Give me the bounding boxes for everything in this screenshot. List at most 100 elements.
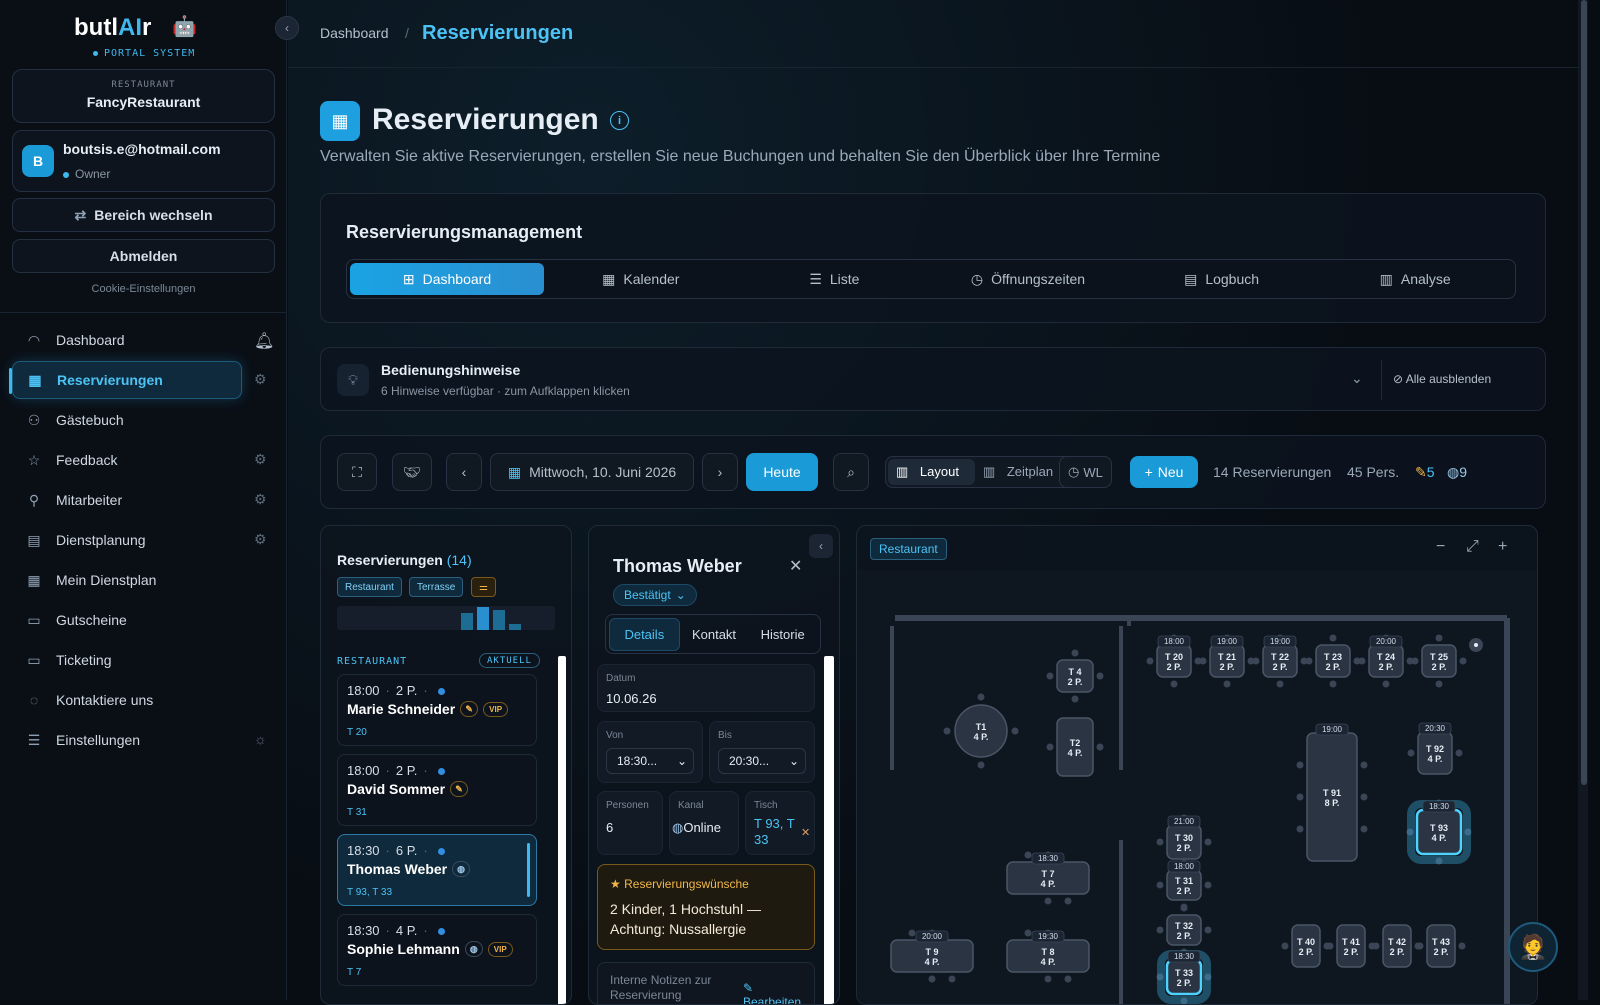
table-seats: 4 P. <box>1041 957 1056 967</box>
schedule-settings-gear-icon[interactable]: ⚙ <box>254 531 267 548</box>
channel-field: Kanal ◍Online <box>669 791 739 855</box>
filter-settings-icon[interactable]: ⚌ <box>471 577 496 597</box>
tab-oeffnungszeiten[interactable]: ◷ Öffnungszeiten <box>931 263 1125 295</box>
clock-icon: ◷ <box>1068 464 1080 479</box>
tab-liste[interactable]: ☰ Liste <box>738 263 932 295</box>
cookie-settings-link[interactable]: Cookie-Einstellungen <box>0 283 287 295</box>
hide-all-button[interactable]: ⊘ Alle ausblenden <box>1393 372 1491 386</box>
new-reservation-button[interactable]: + Neu <box>1130 456 1198 488</box>
lightbulb-icon: 💡︎ <box>337 364 369 396</box>
info-icon[interactable]: i <box>610 111 629 130</box>
to-select[interactable]: 20:30... ⌄ <box>718 748 806 774</box>
search-button[interactable]: ⌕ <box>833 453 869 491</box>
chevron-left-icon: ‹ <box>461 464 467 480</box>
date-picker[interactable]: ▦ Mittwoch, 10. Juni 2026 <box>490 453 694 491</box>
filter-chip-restaurant[interactable]: Restaurant <box>337 577 402 597</box>
current-badge[interactable]: AKTUELL <box>479 653 540 668</box>
bar-chart-icon: ▥ <box>1379 270 1393 287</box>
nav-item-dienstplanung[interactable]: ▤ Dienstplanung <box>12 521 242 559</box>
next-day-button[interactable]: › <box>702 453 738 491</box>
floor-table[interactable]: T 934 P. 18:30 <box>1406 799 1472 865</box>
table-time: 18:30 <box>1174 952 1195 961</box>
nav-item-dashboard[interactable]: ◠ Dashboard <box>12 321 242 359</box>
tab-analyse[interactable]: ▥ Analyse <box>1318 263 1512 295</box>
page-scrollbar-thumb[interactable] <box>1581 0 1587 785</box>
area-tag[interactable]: Restaurant <box>870 538 947 560</box>
pencil-icon: ✎ <box>460 701 479 717</box>
fit-icon[interactable]: ⤢ <box>1466 538 1479 556</box>
tab-dashboard[interactable]: ⊞ Dashboard <box>350 263 544 295</box>
table-seats: 2 P. <box>1273 662 1288 672</box>
table-time: 19:00 <box>1322 725 1343 734</box>
assistant-bot-button[interactable]: 🤵 <box>1508 922 1558 972</box>
edit-notes-button[interactable]: ✎ Bearbeiten <box>743 981 801 1004</box>
reservation-card[interactable]: 18:30 · 6 P. · Thomas Weber ◍ T 93, T 33 <box>337 834 537 906</box>
table-time: 19:30 <box>1038 932 1059 941</box>
table-seats: 2 P. <box>1432 662 1447 672</box>
remove-table-icon[interactable]: ✕ <box>801 826 810 839</box>
brand-logo[interactable]: butlAIr <box>74 14 151 42</box>
table-field[interactable]: Tisch T 93, T 33 ✕ <box>745 791 815 855</box>
fullscreen-button[interactable]: ⛶ <box>337 453 377 491</box>
table-label: T 42 <box>1388 937 1406 947</box>
floor-table[interactable]: T 332 P. 18:30 <box>1156 949 1212 1005</box>
layout-toggle[interactable]: ▥ Layout <box>888 459 975 485</box>
from-select[interactable]: 18:30... ⌄ <box>606 748 694 774</box>
reservation-card[interactable]: 18:00 · 2 P. · David Sommer ✎ T 31 <box>337 754 537 826</box>
status-dropdown[interactable]: Bestätigt ⌄ <box>613 584 697 606</box>
tab-kalender[interactable]: ▦ Kalender <box>544 263 738 295</box>
details-scrollbar[interactable] <box>824 656 834 1004</box>
list-scrollbar[interactable] <box>558 656 566 1004</box>
tab-kontakt[interactable]: Kontakt <box>680 619 749 650</box>
sun-icon[interactable]: ☼ <box>254 731 267 747</box>
switch-area-button[interactable]: ⇄ Bereich wechseln <box>12 198 275 232</box>
table-seats: 4 P. <box>1432 833 1447 843</box>
nav-item-feedback[interactable]: ☆ Feedback <box>12 441 242 479</box>
reservation-list-title: Reservierungen (14) <box>337 552 472 568</box>
schedule-toggle[interactable]: ▥ Zeitplan <box>975 459 1069 485</box>
today-button[interactable]: Heute <box>746 453 818 491</box>
globe-icon: ◍ <box>672 820 684 835</box>
staff-settings-gear-icon[interactable]: ⚙ <box>254 491 267 508</box>
table-seats: 2 P. <box>1326 662 1341 672</box>
reservation-card[interactable]: 18:30 · 4 P. · Sophie Lehmann ◍ VIP T 7 <box>337 914 537 986</box>
tab-details[interactable]: Details <box>609 617 680 651</box>
waitlist-button[interactable]: ◷ WL <box>1059 456 1112 488</box>
close-icon[interactable]: ✕ <box>789 556 802 576</box>
nav-item-mitarbeiter[interactable]: ⚲ Mitarbeiter <box>12 481 242 519</box>
breadcrumb-dashboard[interactable]: Dashboard <box>320 25 389 41</box>
nav-item-kontakt[interactable]: ◌ Kontaktiere uns <box>12 681 242 719</box>
handshake-button[interactable]: 🤝︎ <box>392 453 432 491</box>
feedback-settings-gear-icon[interactable]: ⚙ <box>254 451 267 468</box>
nav-item-ticketing[interactable]: ▭ Ticketing <box>12 641 242 679</box>
date-field[interactable]: Datum 10.06.26 <box>597 664 815 712</box>
nav-item-mein-dienstplan[interactable]: ▦ Mein Dienstplan <box>12 561 242 599</box>
logout-button[interactable]: Abmelden <box>12 239 275 273</box>
zoom-in-icon[interactable]: + <box>1498 538 1507 556</box>
chevron-down-icon: ⌄ <box>675 588 686 602</box>
prev-day-button[interactable]: ‹ <box>446 453 482 491</box>
table-time: 19:00 <box>1270 637 1291 646</box>
tab-logbuch[interactable]: ▤ Logbuch <box>1125 263 1319 295</box>
bell-icon[interactable]: 🔔︎ <box>254 331 274 351</box>
user-email: boutsis.e@hotmail.com <box>63 141 221 157</box>
chevron-down-icon[interactable]: ⌄ <box>1351 370 1363 387</box>
reservation-card[interactable]: 18:00 · 2 P. · Marie Schneider ✎ VIP T 20 <box>337 674 537 746</box>
zoom-out-icon[interactable]: − <box>1436 538 1445 556</box>
globe-icon: ◍ <box>452 861 471 877</box>
table-label: T 32 <box>1175 921 1193 931</box>
nav-item-gaestebuch[interactable]: ⚇ Gästebuch <box>12 401 242 439</box>
nav-item-einstellungen[interactable]: ☰ Einstellungen <box>12 721 242 759</box>
divider <box>1381 360 1382 400</box>
tab-historie[interactable]: Historie <box>748 619 817 650</box>
reservation-count: 14 Reservierungen <box>1213 464 1332 480</box>
nav-item-gutscheine[interactable]: ▭ Gutscheine <box>12 601 242 639</box>
persons-field[interactable]: Personen 6 <box>597 791 663 855</box>
reservations-settings-gear-icon[interactable]: ⚙ <box>254 371 267 388</box>
nav-item-reservierungen[interactable]: ▦ Reservierungen <box>9 361 242 399</box>
floor-table[interactable]: T 918 P. 19:00 <box>1296 723 1368 862</box>
sidebar-collapse-button[interactable]: ‹ <box>275 16 299 40</box>
filter-chip-terrasse[interactable]: Terrasse <box>409 577 464 597</box>
collapse-details-button[interactable]: ‹ <box>809 534 833 558</box>
hints-panel[interactable]: 💡︎ Bedienungshinweise 6 Hinweise verfügb… <box>320 347 1546 411</box>
